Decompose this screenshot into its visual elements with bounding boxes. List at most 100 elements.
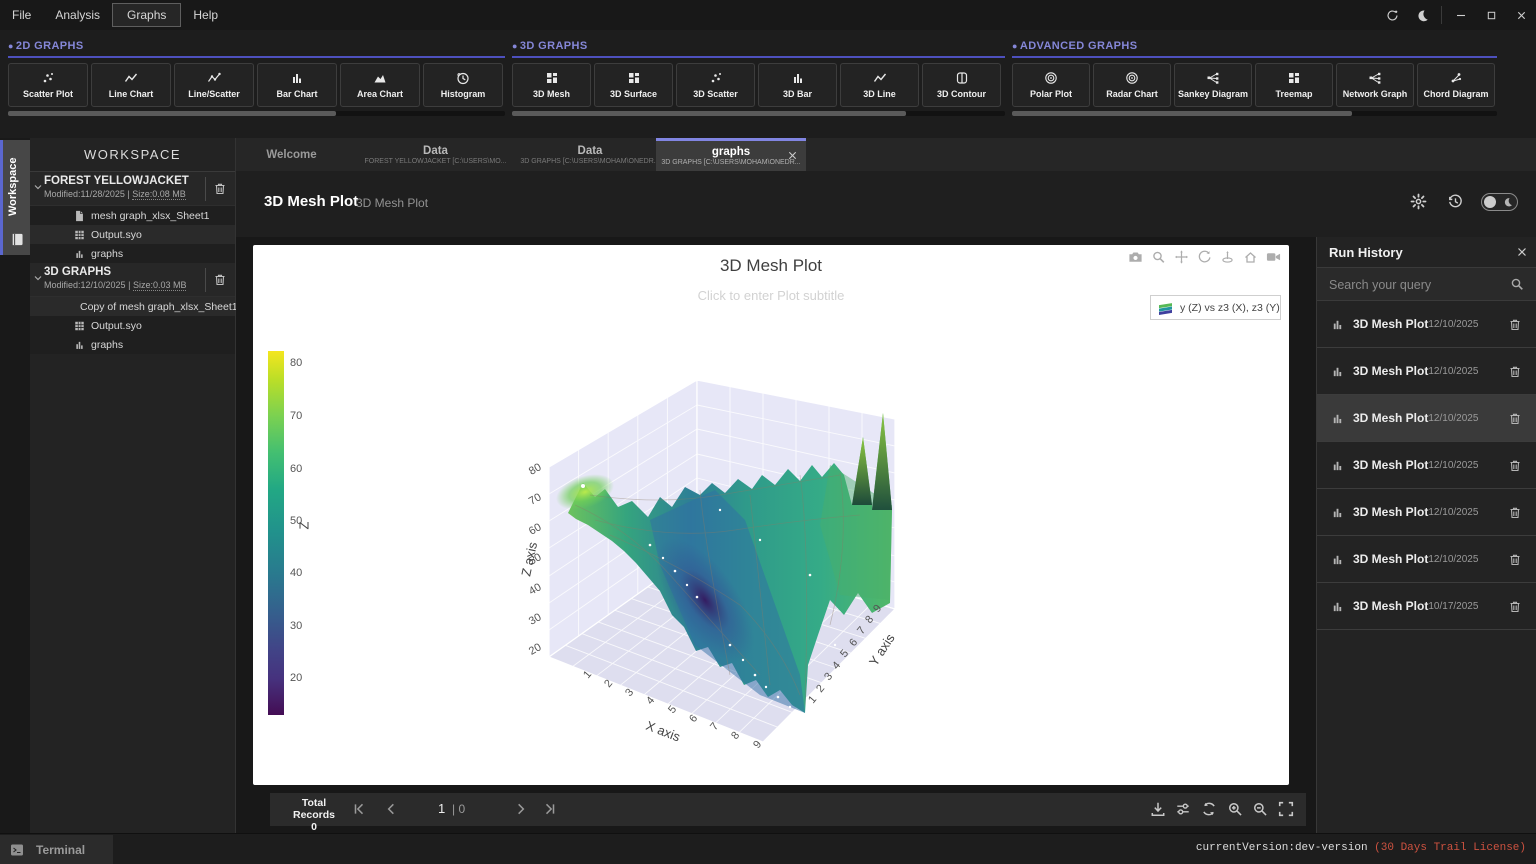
- chevron-down-icon[interactable]: [33, 182, 43, 192]
- button-treemap[interactable]: Treemap: [1255, 63, 1333, 107]
- button-3d-line[interactable]: 3D Line: [840, 63, 919, 107]
- settings-sliders-icon[interactable]: [1175, 801, 1191, 817]
- button-3d-contour[interactable]: 3D Contour: [922, 63, 1001, 107]
- button-3d-surface[interactable]: 3D Surface: [594, 63, 673, 107]
- ribbon-group-underline: [1012, 56, 1497, 58]
- search-input[interactable]: [1329, 273, 1499, 296]
- run-history-item-selected[interactable]: 3D Mesh Plot12/10/2025: [1317, 395, 1536, 442]
- run-history-item[interactable]: 3D Mesh Plot12/10/2025: [1317, 536, 1536, 583]
- tree-item-output-syo[interactable]: Output.syo: [30, 316, 235, 335]
- tree-item-output-syo[interactable]: Output.syo: [30, 225, 235, 244]
- button-radar-chart[interactable]: Radar Chart: [1093, 63, 1171, 107]
- sankey-nodes-icon: [1206, 71, 1220, 85]
- history-icon[interactable]: [1447, 193, 1464, 210]
- tab-data-forest[interactable]: DataFOREST YELLOWJACKET [C:\USERS\MO...: [347, 138, 524, 171]
- chart-icon: [1331, 506, 1344, 519]
- sync-icon[interactable]: [1377, 0, 1407, 30]
- button-line-scatter[interactable]: Line/Scatter: [174, 63, 254, 107]
- trash-icon[interactable]: [1508, 364, 1522, 379]
- document-tabs: Welcome DataFOREST YELLOWJACKET [C:\USER…: [236, 138, 1536, 171]
- button-histogram[interactable]: Histogram: [423, 63, 503, 107]
- line-scatter-icon: [207, 71, 221, 85]
- workspace-group-3d-graphs[interactable]: 3D GRAPHS Modified:12/10/2025 | Size:0.0…: [30, 263, 235, 297]
- close-window-button[interactable]: [1506, 0, 1536, 30]
- refresh-icon[interactable]: [1201, 801, 1217, 817]
- run-history-item[interactable]: 3D Mesh Plot12/10/2025: [1317, 348, 1536, 395]
- titlebar-divider: [1441, 6, 1442, 24]
- button-polar-plot[interactable]: Polar Plot: [1012, 63, 1090, 107]
- ribbon-scrollbar[interactable]: [8, 111, 505, 116]
- legend[interactable]: y (Z) vs z3 (X), z3 (Y): [1150, 295, 1281, 320]
- first-page-icon[interactable]: [352, 802, 366, 816]
- chevron-down-icon[interactable]: [33, 273, 43, 283]
- close-panel-icon[interactable]: [1516, 246, 1528, 258]
- gear-icon[interactable]: [1410, 193, 1427, 210]
- mesh-grid-icon: [545, 71, 559, 85]
- fullscreen-icon[interactable]: [1278, 801, 1294, 817]
- button-chord-diagram[interactable]: Chord Diagram: [1417, 63, 1495, 107]
- tab-graphs[interactable]: graphs3D GRAPHS [C:\USERS\MOHAM\ONEDR...: [656, 138, 806, 171]
- zoom-in-icon[interactable]: [1227, 801, 1243, 817]
- workspace-rail-tab[interactable]: Workspace: [0, 140, 30, 255]
- svg-text:30: 30: [527, 611, 544, 628]
- plot-footer-bar: Total Records 0 1 | 0: [270, 793, 1306, 826]
- ribbon-group-2d: ●2D GRAPHS Scatter Plot Line Chart Line/…: [8, 40, 505, 116]
- button-3d-mesh[interactable]: 3D Mesh: [512, 63, 591, 107]
- button-area-chart[interactable]: Area Chart: [340, 63, 420, 107]
- terminal-button[interactable]: Terminal: [0, 835, 113, 864]
- line-chart-icon: [124, 71, 138, 85]
- zoom-out-icon[interactable]: [1252, 801, 1268, 817]
- trash-icon[interactable]: [1508, 317, 1522, 332]
- theme-toggle[interactable]: [1481, 193, 1518, 211]
- tree-item-copy-mesh-sheet[interactable]: Copy of mesh graph_xlsx_Sheet1: [30, 297, 235, 316]
- close-tab-icon[interactable]: [787, 150, 798, 161]
- left-rail: Workspace: [0, 138, 30, 833]
- button-scatter-plot[interactable]: Scatter Plot: [8, 63, 88, 107]
- search-icon[interactable]: [1510, 277, 1524, 291]
- menu-analysis[interactable]: Analysis: [43, 3, 112, 27]
- trash-icon[interactable]: [213, 272, 227, 287]
- button-3d-bar[interactable]: 3D Bar: [758, 63, 837, 107]
- button-3d-scatter[interactable]: 3D Scatter: [676, 63, 755, 107]
- chart-title[interactable]: 3D Mesh Plot: [253, 256, 1289, 276]
- trash-icon[interactable]: [1508, 552, 1522, 567]
- menu-graphs[interactable]: Graphs: [112, 3, 181, 27]
- run-history-title: Run History: [1329, 245, 1403, 260]
- ribbon-scrollbar[interactable]: [1012, 111, 1497, 116]
- button-network-graph[interactable]: Network Graph: [1336, 63, 1414, 107]
- trash-icon[interactable]: [1508, 599, 1522, 614]
- moon-icon: [1503, 197, 1513, 207]
- run-history-item[interactable]: 3D Mesh Plot12/10/2025: [1317, 301, 1536, 348]
- button-line-chart[interactable]: Line Chart: [91, 63, 171, 107]
- tree-item-graphs[interactable]: graphs: [30, 244, 235, 263]
- trash-icon[interactable]: [1508, 411, 1522, 426]
- ribbon-scrollbar[interactable]: [512, 111, 1005, 116]
- chart-icon: [1331, 365, 1344, 378]
- tree-item-graphs[interactable]: graphs: [30, 335, 235, 354]
- menu-help[interactable]: Help: [181, 3, 230, 27]
- plot-3d-scene[interactable]: 80 70 60 50 40 30 20 1 2 3 4 5 6 7 8: [500, 345, 940, 775]
- next-page-icon[interactable]: [514, 802, 528, 816]
- tab-data-3dgraphs[interactable]: Data3D GRAPHS [C:\USERS\MOHAM\ONEDR...: [524, 138, 656, 171]
- last-page-icon[interactable]: [543, 802, 557, 816]
- minimize-button[interactable]: [1446, 0, 1476, 30]
- run-history-item[interactable]: 3D Mesh Plot12/10/2025: [1317, 489, 1536, 536]
- button-bar-chart[interactable]: Bar Chart: [257, 63, 337, 107]
- run-history-item[interactable]: 3D Mesh Plot10/17/2025: [1317, 583, 1536, 630]
- dark-mode-icon[interactable]: [1407, 0, 1437, 30]
- polar-rings-icon: [1044, 71, 1058, 85]
- chart-subtitle-placeholder[interactable]: Click to enter Plot subtitle: [253, 288, 1289, 303]
- menu-file[interactable]: File: [0, 3, 43, 27]
- workspace-group-forest-yellowjacket[interactable]: FOREST YELLOWJACKET Modified:11/28/2025 …: [30, 172, 235, 206]
- run-history-item[interactable]: 3D Mesh Plot12/10/2025: [1317, 442, 1536, 489]
- maximize-button[interactable]: [1476, 0, 1506, 30]
- notebook-icon[interactable]: [10, 232, 25, 247]
- tab-welcome[interactable]: Welcome: [236, 138, 347, 171]
- trash-icon[interactable]: [213, 181, 227, 196]
- trash-icon[interactable]: [1508, 505, 1522, 520]
- tree-item-mesh-sheet[interactable]: mesh graph_xlsx_Sheet1: [30, 206, 235, 225]
- button-sankey-diagram[interactable]: Sankey Diagram: [1174, 63, 1252, 107]
- trash-icon[interactable]: [1508, 458, 1522, 473]
- previous-page-icon[interactable]: [384, 802, 398, 816]
- download-icon[interactable]: [1150, 801, 1166, 817]
